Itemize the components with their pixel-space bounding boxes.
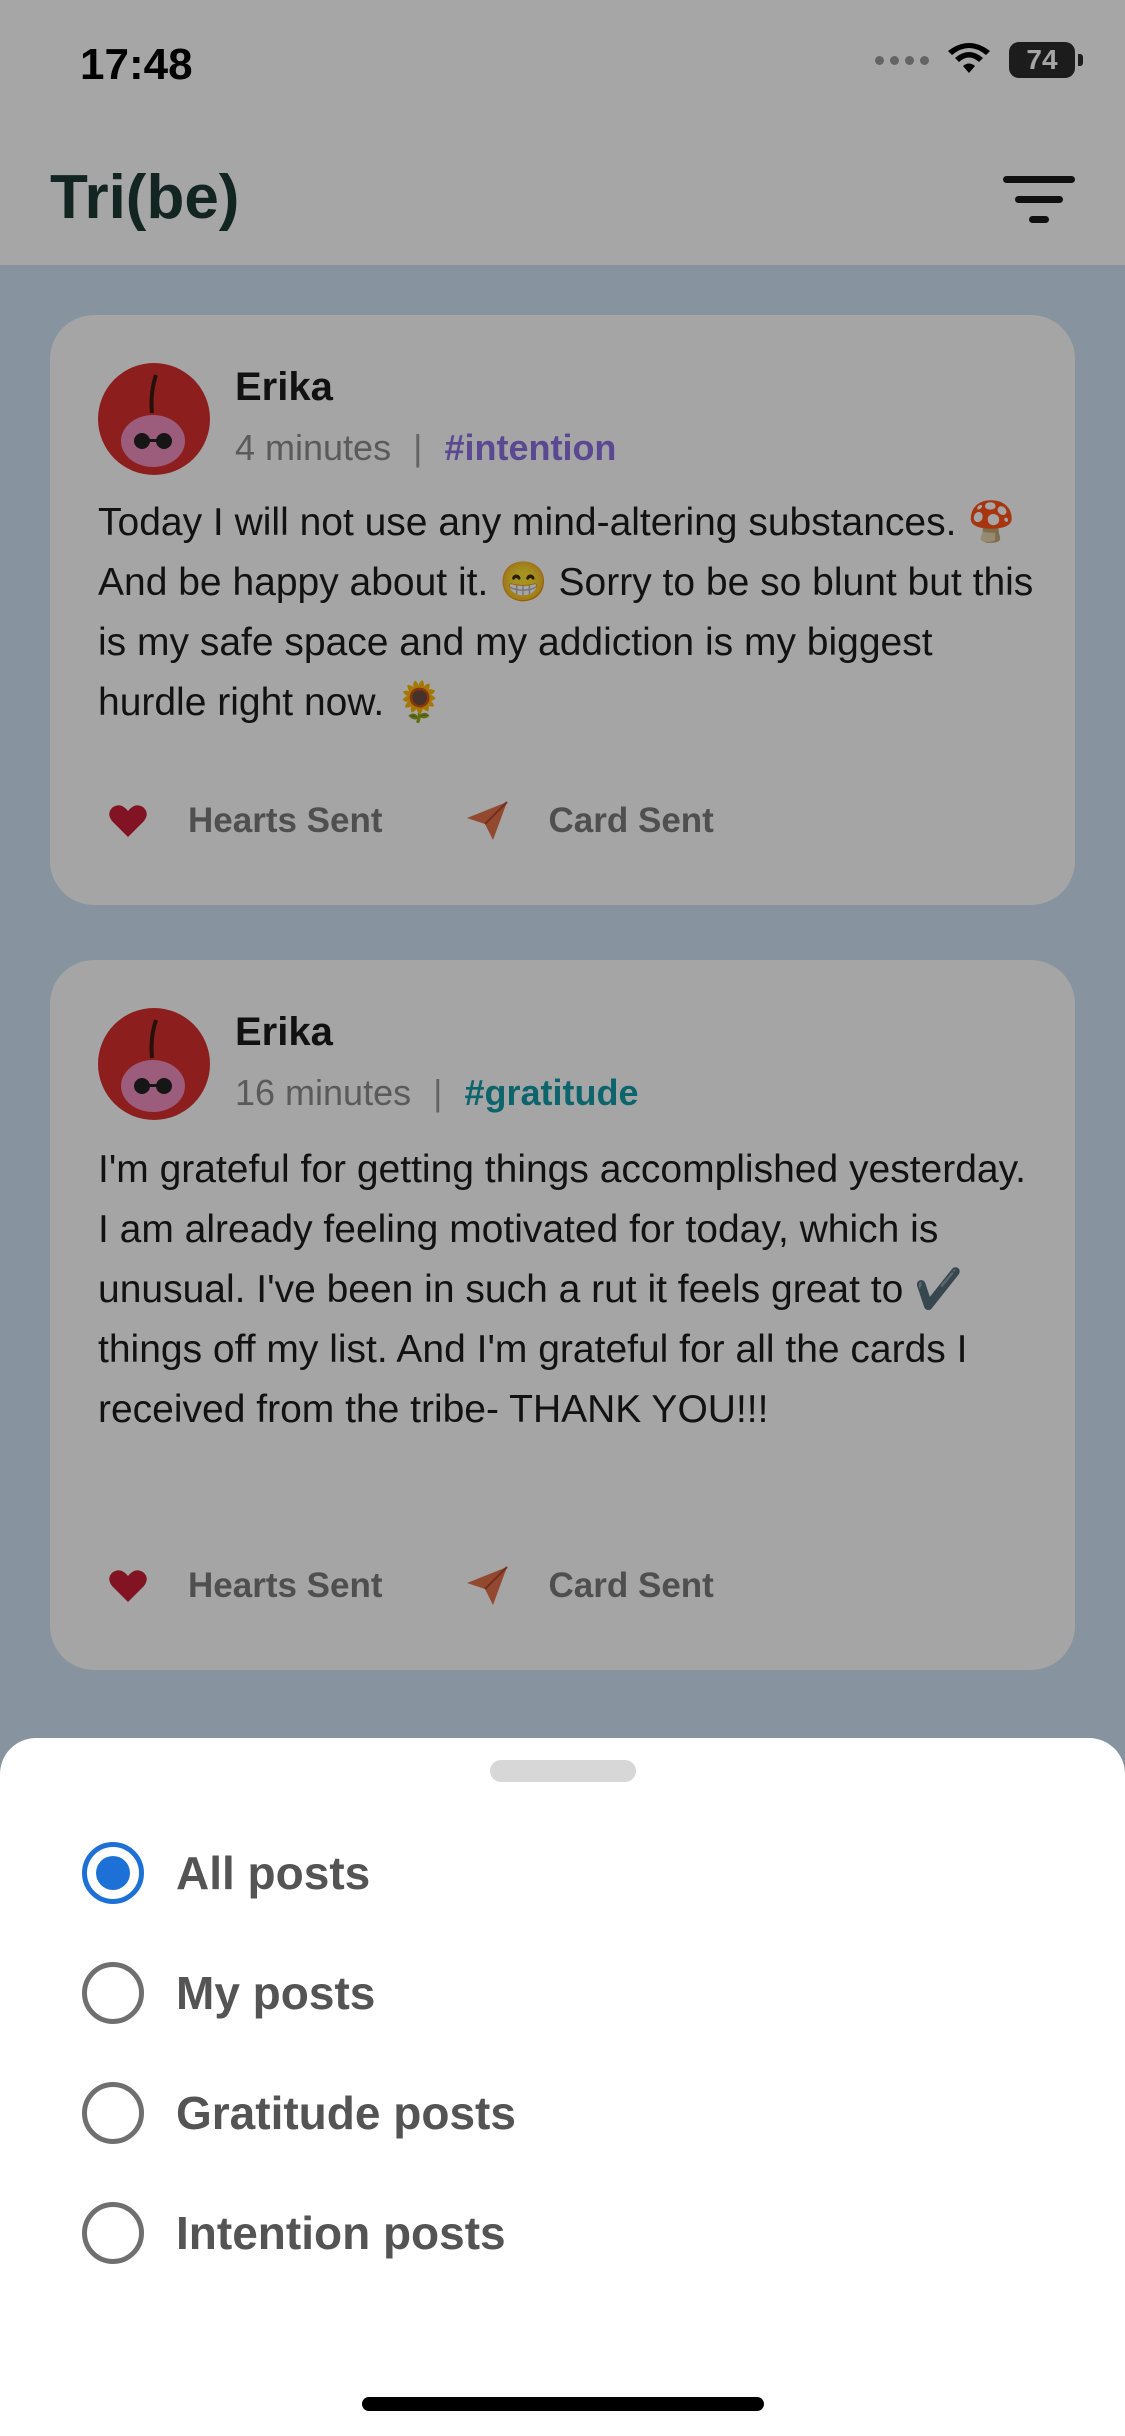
radio-unselected-icon[interactable] [82, 2202, 144, 2264]
filter-option-label: All posts [176, 1847, 371, 1899]
filter-option-gratitude-posts[interactable]: Gratitude posts [82, 2078, 516, 2148]
filter-option-intention-posts[interactable]: Intention posts [82, 2198, 506, 2268]
filter-option-label: Gratitude posts [176, 2087, 516, 2139]
radio-unselected-icon[interactable] [82, 1962, 144, 2024]
filter-option-label: Intention posts [176, 2207, 506, 2259]
filter-bottom-sheet: All posts My posts Gratitude posts Inten… [0, 1738, 1125, 2436]
sheet-grabber[interactable] [490, 1760, 636, 1782]
radio-selected-icon[interactable] [82, 1842, 144, 1904]
home-indicator [362, 2397, 764, 2411]
filter-option-all-posts[interactable]: All posts [82, 1838, 370, 1908]
radio-unselected-icon[interactable] [82, 2082, 144, 2144]
filter-option-label: My posts [176, 1967, 376, 2019]
filter-option-my-posts[interactable]: My posts [82, 1958, 375, 2028]
